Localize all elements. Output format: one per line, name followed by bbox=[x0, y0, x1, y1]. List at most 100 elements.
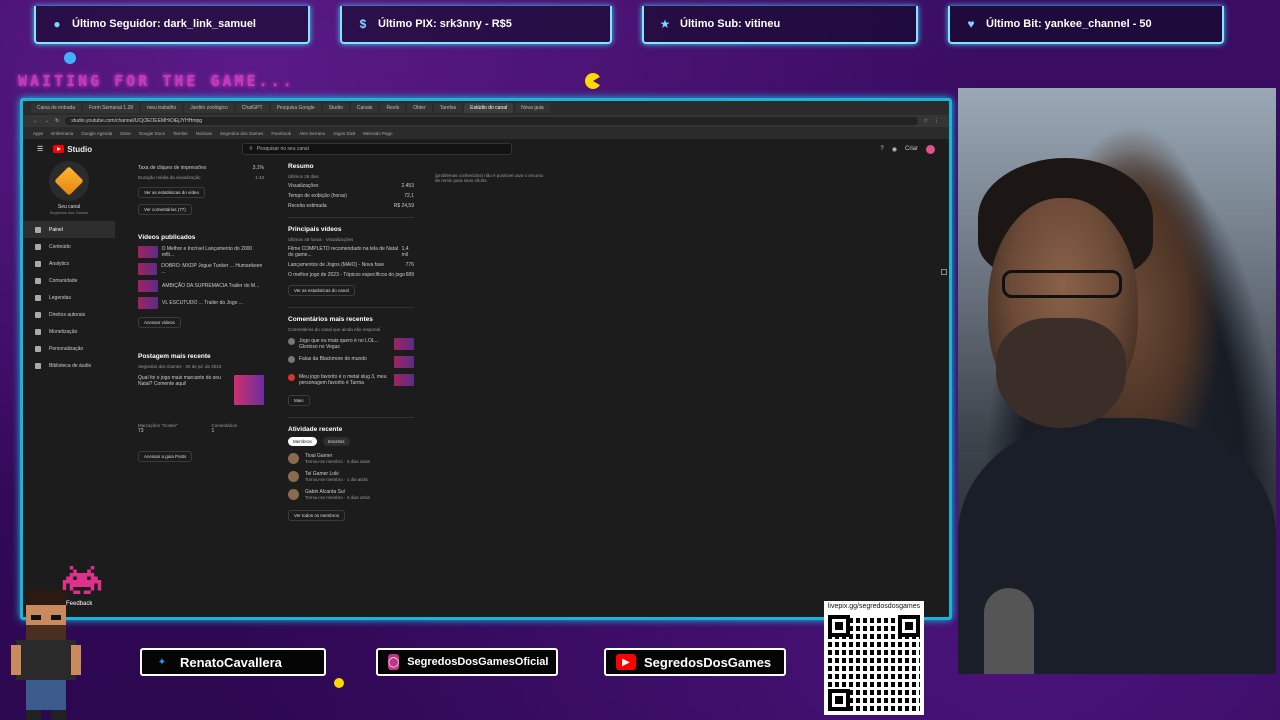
top-videos-subtitle: Últimas 48 horas · Visualizações bbox=[288, 237, 354, 242]
pixel-avatar-character bbox=[11, 590, 81, 720]
browser-tab[interactable]: Nova guia bbox=[515, 103, 550, 113]
bookmark-item[interactable]: Notícias bbox=[196, 131, 212, 136]
top-video-title[interactable]: Lançamentos de Jogos (MAIO) - Nova fase bbox=[288, 262, 384, 268]
nav-item-community[interactable]: Comunidade bbox=[23, 272, 115, 289]
browser-tab[interactable]: Pesquisa Google bbox=[270, 103, 321, 113]
comment-item[interactable]: Jogo que eu mais quero é no LOL... Glori… bbox=[288, 338, 414, 350]
youtube-logo-icon bbox=[53, 145, 65, 153]
bookmark-item[interactable]: Apps bbox=[33, 131, 43, 136]
member-avatar bbox=[288, 489, 299, 500]
nav-item-copyright[interactable]: Direitos autorais bbox=[23, 306, 115, 323]
browser-tab-active[interactable]: Estúdio do canal bbox=[464, 103, 514, 113]
nav-item-customization[interactable]: Personalização bbox=[23, 340, 115, 357]
nav-item-monetization[interactable]: Monetização bbox=[23, 323, 115, 340]
bookmark-item[interactable]: Drive bbox=[120, 131, 131, 136]
bookmark-item[interactable]: Segredos dos Games bbox=[220, 131, 264, 136]
video-row[interactable]: O Melhor e Incrível Lançamento do 2000 r… bbox=[138, 246, 264, 258]
nav-item-audio-library[interactable]: Biblioteca de áudio bbox=[23, 357, 115, 374]
activity-item[interactable]: Gabin Alcanta Sul Tornou-se membro · 4 di… bbox=[288, 489, 414, 500]
bookmark-item[interactable]: Google Docs bbox=[139, 131, 165, 136]
top-videos-title: Principais vídeos bbox=[288, 226, 342, 233]
video-title: DOBRO: MXDP Jogue Tunker ... Humankeen .… bbox=[161, 263, 263, 275]
video-row[interactable]: AMBIÇÃO DA SUPREMACIA Trailer do M... bbox=[138, 280, 264, 292]
create-button[interactable]: Criar bbox=[905, 146, 918, 152]
forward-icon[interactable]: → bbox=[44, 118, 49, 124]
news-note: (problemas conhecidos) não é possível us… bbox=[435, 173, 544, 183]
browser-tab[interactable]: Tarefas bbox=[433, 103, 463, 113]
account-avatar[interactable] bbox=[926, 144, 935, 154]
video-thumbnail bbox=[138, 263, 158, 275]
browser-tab[interactable]: Obter bbox=[407, 103, 432, 113]
bookmark-item[interactable]: Mercado Pago bbox=[363, 131, 392, 136]
bookmark-item[interactable]: Alex Serrano bbox=[299, 131, 325, 136]
browser-tab[interactable]: Form Semanal 1.28 bbox=[83, 103, 140, 113]
browser-tab[interactable]: Jardim zoológico bbox=[184, 103, 234, 113]
recent-comments-title: Comentários mais recentes bbox=[288, 316, 373, 323]
search-icon: ⚲ bbox=[249, 146, 253, 152]
activity-item[interactable]: Tel Gamer Loki Tornou-se membro · 1 dia a… bbox=[288, 471, 414, 482]
video-row[interactable]: VL ESCUTUDO ... Trailer do Jogo ... bbox=[138, 297, 264, 309]
go-to-posts-button[interactable]: Acessar a guia Posts bbox=[138, 451, 193, 462]
comment-text: Jogo que eu mais quero é no LOL... Glori… bbox=[299, 338, 379, 350]
youtube-handle-text: SegredosDosGames bbox=[644, 654, 772, 670]
bookmark-item[interactable]: Enfermaria bbox=[51, 131, 73, 136]
nav-label: Direitos autorais bbox=[49, 311, 86, 318]
nav-label: Legendas bbox=[49, 294, 71, 301]
activity-item[interactable]: Tioal Gamer Tornou-se membro · 3 dias atr… bbox=[288, 453, 414, 464]
star-bookmark-icon[interactable]: ☆ bbox=[924, 118, 928, 124]
summary-subtitle: Últimos 28 dias bbox=[288, 174, 319, 179]
hamburger-icon[interactable]: ☰ bbox=[37, 145, 43, 153]
studio-search-input[interactable]: ⚲ Pesquisar no seu canal bbox=[242, 143, 513, 155]
browser-tab[interactable]: Reels bbox=[380, 103, 406, 113]
customization-icon bbox=[35, 345, 41, 352]
notifications-icon[interactable]: ◉ bbox=[892, 146, 897, 153]
top-video-title[interactable]: O melhor jogo de 2023 - Tópicos específi… bbox=[288, 272, 405, 278]
video-title: O Melhor e Incrível Lançamento do 2000 r… bbox=[161, 246, 253, 258]
go-to-videos-button[interactable]: Acessar vídeos bbox=[138, 317, 181, 328]
top-video-title[interactable]: Filme COMPLETO recomendado na tela de Na… bbox=[288, 246, 402, 258]
bookmark-item[interactable]: Jogos Dixit bbox=[333, 131, 355, 136]
browser-tab[interactable]: meu trabalho bbox=[141, 103, 183, 113]
feedback-label[interactable]: Feedback bbox=[66, 601, 92, 607]
browser-tab[interactable]: Caixa de entrada bbox=[31, 103, 82, 113]
post-image bbox=[234, 375, 264, 405]
twitter-handle: ✦ RenatoCavallera bbox=[140, 648, 326, 676]
nav-item-content[interactable]: Conteúdo bbox=[23, 238, 115, 255]
video-comments-button[interactable]: Ver comentários (77) bbox=[138, 204, 192, 215]
youtube-studio: ☰ Studio ⚲ Pesquisar no seu canal ? ◉ Cr… bbox=[23, 139, 949, 617]
scrollbar-handle[interactable] bbox=[941, 269, 947, 275]
menu-icon[interactable]: ⋮ bbox=[934, 118, 939, 124]
members-chip[interactable]: Membros bbox=[288, 437, 317, 446]
bookmark-item[interactable]: Tarefas bbox=[173, 131, 188, 136]
instagram-handle: ◯ SegredosDosGamesOficial bbox=[376, 648, 558, 676]
video-stats-button[interactable]: Ver as estatísticas do vídeo bbox=[138, 187, 206, 198]
browser-tab[interactable]: Canais bbox=[350, 103, 379, 113]
back-icon[interactable]: ← bbox=[33, 118, 38, 124]
dollar-icon: $ bbox=[359, 17, 367, 31]
subscribers-chip[interactable]: Inscritos bbox=[322, 437, 350, 446]
channel-avatar[interactable] bbox=[49, 161, 89, 201]
subtitles-icon bbox=[35, 294, 41, 301]
all-members-button[interactable]: Ver todos os membros bbox=[288, 510, 346, 521]
pellet-dot bbox=[64, 52, 76, 64]
browser-tabbar: Caixa de entrada Form Semanal 1.28 meu t… bbox=[23, 101, 949, 115]
bookmark-item[interactable]: Facebook bbox=[271, 131, 291, 136]
member-avatar bbox=[288, 471, 299, 482]
comment-item[interactable]: Falas da Blackmore do mundo bbox=[288, 356, 414, 368]
more-comments-button[interactable]: Mais bbox=[288, 395, 310, 406]
address-bar[interactable]: studio.youtube.com/channel/UCjOEOEEMHiOi… bbox=[65, 117, 918, 125]
channel-stats-button[interactable]: Ver as estatísticas do canal bbox=[288, 285, 355, 296]
studio-logo[interactable]: Studio bbox=[53, 145, 92, 154]
streamer-beard bbox=[996, 318, 1126, 428]
nav-item-dashboard[interactable]: Painel bbox=[23, 221, 115, 238]
bookmark-item[interactable]: Google Agenda bbox=[81, 131, 112, 136]
reload-icon[interactable]: ↻ bbox=[55, 118, 59, 124]
video-row[interactable]: DOBRO: MXDP Jogue Tunker ... Humankeen .… bbox=[138, 263, 264, 275]
browser-tab[interactable]: ChatGPT bbox=[235, 103, 269, 113]
browser-tab[interactable]: Studio bbox=[322, 103, 349, 113]
nav-item-subtitles[interactable]: Legendas bbox=[23, 289, 115, 306]
help-icon[interactable]: ? bbox=[880, 146, 883, 152]
studio-logo-text: Studio bbox=[67, 144, 93, 154]
nav-item-analytics[interactable]: Analytics bbox=[23, 255, 115, 272]
comment-item[interactable]: Meu jogo favorito é o metal slug 3, meu … bbox=[288, 374, 414, 386]
